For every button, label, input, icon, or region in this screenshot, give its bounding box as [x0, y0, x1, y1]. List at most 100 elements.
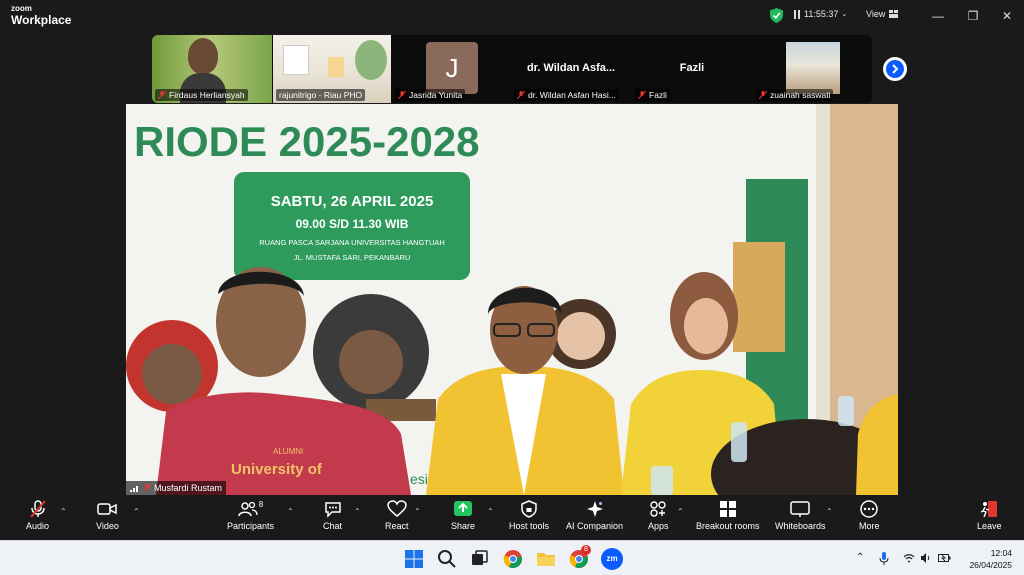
audio-button[interactable]: Audio — [26, 500, 49, 531]
main-video: RIODE 2025-2028 SABTU, 26 APRIL 2025 09.… — [126, 104, 898, 495]
participant-name: rajunitrigo - Riau PHO — [279, 90, 363, 100]
banner-time: 09.00 S/D 11.30 WIB — [296, 217, 409, 231]
participant-name-tag: rajunitrigo - Riau PHO — [276, 89, 366, 101]
logo-line1: zoom — [11, 4, 32, 13]
notification-badge: 8 — [581, 545, 591, 555]
leave-button[interactable]: Leave — [977, 500, 1002, 531]
react-button[interactable]: React — [385, 500, 409, 531]
apps-button[interactable]: Apps — [648, 500, 669, 531]
battery-icon[interactable] — [938, 553, 951, 563]
close-icon: ✕ — [1001, 9, 1013, 23]
breakout-rooms-button[interactable]: Breakout rooms — [696, 500, 760, 531]
chrome-icon[interactable] — [502, 548, 524, 570]
mic-off-icon — [638, 91, 646, 99]
audio-label: Audio — [26, 521, 50, 531]
room-lamp — [328, 57, 344, 77]
ai-companion-button[interactable]: AI Companion — [566, 500, 623, 531]
participant-name: Firdaus Herliansyah — [169, 90, 245, 100]
leave-label: Leave — [977, 521, 1002, 531]
close-button[interactable]: ✕ — [996, 6, 1018, 26]
participants-button[interactable]: 8 Participants — [227, 500, 274, 531]
whiteboard-icon — [790, 501, 811, 517]
room-window — [283, 45, 309, 75]
participant-tile[interactable]: zuainah saswati — [753, 35, 872, 103]
breakout-rooms-label: Breakout rooms — [696, 521, 760, 531]
chrome-profile-icon[interactable]: 8 — [568, 545, 591, 570]
whiteboards-options-caret[interactable]: ⌃ — [826, 507, 833, 516]
video-label: Video — [96, 521, 119, 531]
wifi-icon[interactable] — [903, 553, 915, 563]
zoom-window: zoom Workplace 11:55:37 ⌄ View — ❐ ✕ Fir… — [0, 0, 1024, 575]
chevron-down-icon: ⌄ — [841, 11, 848, 18]
react-options-caret[interactable]: ⌃ — [414, 507, 421, 516]
view-label: View — [866, 9, 886, 19]
participant-tile[interactable]: J Jasrida Yunita — [392, 35, 510, 103]
more-button[interactable]: More — [859, 500, 880, 531]
mic-off-icon — [143, 484, 151, 492]
room-plant — [355, 40, 387, 80]
banner-date: SABTU, 26 APRIL 2025 — [271, 193, 434, 210]
participant-tile[interactable]: dr. Wildan Asfa... dr. Wildan Asfan Hasi… — [511, 35, 631, 103]
windows-start-icon[interactable] — [403, 548, 425, 570]
participant-video-thumb — [786, 42, 840, 94]
react-label: React — [385, 521, 409, 531]
banner-venue-2: JL. MUSTAFA SARI, PEKANBARU — [294, 253, 411, 262]
apps-options-caret[interactable]: ⌃ — [677, 507, 684, 516]
encryption-shield-icon[interactable] — [770, 8, 783, 23]
chat-button[interactable]: Chat — [323, 500, 342, 531]
shield-icon — [521, 500, 537, 518]
shirt-text-1: ALUMNI — [273, 447, 303, 456]
video-button[interactable]: Video — [96, 500, 119, 531]
mic-muted-icon — [29, 500, 46, 518]
participant-display-name: dr. Wildan Asfa... — [526, 62, 616, 74]
heart-icon — [386, 500, 407, 517]
participant-tile[interactable]: rajunitrigo - Riau PHO — [273, 35, 391, 103]
zoom-taskbar-icon[interactable]: zm — [601, 548, 623, 570]
clock-date: 26/04/2025 — [969, 560, 1012, 570]
sparkle-icon — [586, 501, 603, 517]
chat-options-caret[interactable]: ⌃ — [354, 507, 361, 516]
mic-off-icon — [398, 91, 406, 99]
video-options-caret[interactable]: ⌃ — [133, 507, 140, 516]
search-icon[interactable] — [436, 548, 458, 570]
whiteboards-button[interactable]: Whiteboards — [775, 500, 826, 531]
system-clock[interactable]: 12:04 26/04/2025 — [962, 547, 1012, 571]
microphone-icon[interactable] — [879, 552, 889, 565]
share-options-caret[interactable]: ⌃ — [487, 507, 494, 516]
share-button[interactable]: Share — [451, 500, 475, 531]
view-button[interactable]: View — [866, 9, 899, 19]
active-speaker-label: Musfardi Rustam — [126, 481, 227, 495]
more-icon — [860, 500, 878, 518]
timer-text: 11:55:37 — [804, 9, 839, 19]
meeting-timer[interactable]: 11:55:37 ⌄ — [793, 9, 847, 19]
task-view-icon[interactable] — [469, 548, 491, 570]
meeting-toolbar: Audio ⌃ Video ⌃ 8 Participants ⌃ Chat ⌃ … — [0, 496, 1024, 540]
ai-companion-label: AI Companion — [566, 521, 624, 531]
logo-line2: Workplace — [11, 13, 72, 27]
host-tools-button[interactable]: Host tools — [509, 500, 549, 531]
chat-label: Chat — [323, 521, 343, 531]
host-tools-label: Host tools — [509, 521, 550, 531]
participant-tile[interactable]: Fazli Fazli — [632, 35, 752, 103]
tray-chevron-up-icon[interactable]: ⌃ — [856, 552, 864, 563]
participant-name-tag: dr. Wildan Asfan Hasi... — [514, 89, 619, 101]
signal-strength-icon — [130, 486, 138, 492]
participant-name-tag: Fazli — [635, 89, 670, 101]
speaker-name: Musfardi Rustam — [154, 483, 223, 493]
grid-view-icon — [889, 10, 899, 18]
mic-off-icon — [517, 91, 525, 99]
shirt-text-2: University of — [231, 461, 323, 478]
volume-icon[interactable] — [920, 553, 931, 563]
participants-options-caret[interactable]: ⌃ — [287, 507, 294, 516]
partial-text: esi — [410, 471, 428, 487]
participant-name-tag: zuainah saswati — [756, 89, 834, 101]
audio-options-caret[interactable]: ⌃ — [60, 507, 67, 516]
restore-button[interactable]: ❐ — [962, 6, 984, 26]
next-page-button[interactable] — [883, 57, 907, 81]
minimize-icon: — — [932, 9, 944, 23]
chat-icon — [324, 502, 341, 518]
minimize-button[interactable]: — — [927, 6, 949, 26]
file-explorer-icon[interactable] — [535, 548, 557, 570]
participant-tile[interactable]: Firdaus Herliansyah — [152, 35, 272, 103]
share-arrow-icon — [454, 501, 473, 516]
